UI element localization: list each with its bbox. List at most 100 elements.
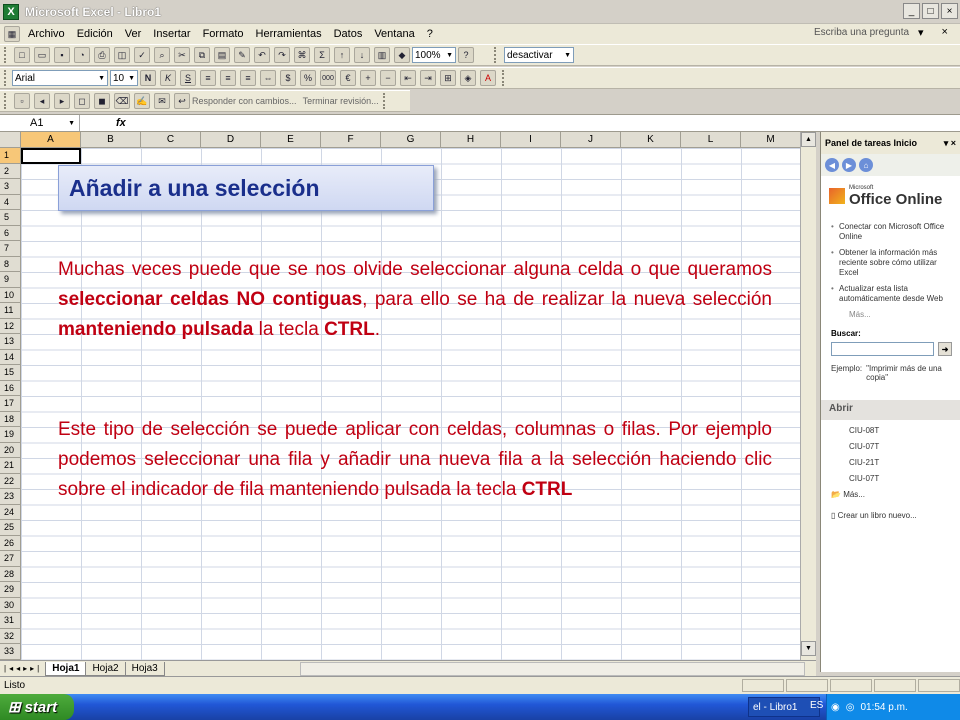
format-painter-icon[interactable]: ✎ <box>234 47 250 63</box>
font-color-icon[interactable]: A <box>480 70 496 86</box>
row-header-3[interactable]: 3 <box>0 179 21 195</box>
row-header-15[interactable]: 15 <box>0 365 21 381</box>
link-connect[interactable]: Conectar con Microsoft Office Online <box>831 222 954 242</box>
column-header-c[interactable]: C <box>141 132 201 148</box>
end-review-button[interactable]: Terminar revisión... <box>303 96 379 106</box>
row-header-25[interactable]: 25 <box>0 520 21 536</box>
more-link[interactable]: Más... <box>849 310 960 319</box>
sort-asc-icon[interactable]: ↑ <box>334 47 350 63</box>
menu-datos[interactable]: Datos <box>328 28 369 40</box>
increase-indent-icon[interactable]: ⇥ <box>420 70 436 86</box>
home-icon[interactable]: ⌂ <box>859 158 873 172</box>
align-left-icon[interactable]: ≡ <box>200 70 216 86</box>
row-header-2[interactable]: 2 <box>0 163 21 179</box>
new-book-link[interactable]: ▯ Crear un libro nuevo... <box>831 511 960 520</box>
row-header-16[interactable]: 16 <box>0 380 21 396</box>
cells-area[interactable] <box>21 148 800 660</box>
tray-icon[interactable]: ◎ <box>846 702 855 713</box>
link-latest-info[interactable]: Obtener la información más reciente sobr… <box>831 248 954 278</box>
column-header-h[interactable]: H <box>441 132 501 148</box>
toolbar-grip[interactable] <box>494 47 498 63</box>
font-size-select[interactable]: 10 ▼ <box>110 70 138 86</box>
toolbar-grip[interactable] <box>4 47 8 63</box>
bold-button[interactable]: N <box>140 70 156 86</box>
comment-icon[interactable]: ▫ <box>14 93 30 109</box>
align-center-icon[interactable]: ≡ <box>220 70 236 86</box>
row-header-1[interactable]: 1 <box>0 148 21 164</box>
tray-icon[interactable]: ◉ <box>831 702 840 713</box>
column-header-m[interactable]: M <box>741 132 800 148</box>
row-header-11[interactable]: 11 <box>0 303 21 319</box>
paste-icon[interactable]: ▤ <box>214 47 230 63</box>
forward-icon[interactable]: ▶ <box>842 158 856 172</box>
show-all-icon[interactable]: ◼ <box>94 93 110 109</box>
row-header-29[interactable]: 29 <box>0 582 21 598</box>
row-header-6[interactable]: 6 <box>0 225 21 241</box>
tab-hoja3[interactable]: Hoja3 <box>124 661 165 676</box>
row-header-21[interactable]: 21 <box>0 458 21 474</box>
row-header-10[interactable]: 10 <box>0 287 21 303</box>
doc-close-button[interactable]: × <box>936 26 954 39</box>
redo-icon[interactable]: ↷ <box>274 47 290 63</box>
toolbar-grip[interactable] <box>4 93 8 109</box>
column-header-g[interactable]: G <box>381 132 441 148</box>
next-comment-icon[interactable]: ▸ <box>54 93 70 109</box>
delete-comment-icon[interactable]: ⌫ <box>114 93 130 109</box>
vertical-scrollbar[interactable]: ▲ ▼ <box>800 132 816 660</box>
row-header-31[interactable]: 31 <box>0 613 21 629</box>
copy-icon[interactable]: ⧉ <box>194 47 210 63</box>
row-header-28[interactable]: 28 <box>0 566 21 582</box>
chevron-down-icon[interactable]: ▾ <box>912 26 930 39</box>
toolbar-grip[interactable] <box>4 70 8 86</box>
active-cell[interactable] <box>21 148 81 164</box>
close-button[interactable]: × <box>941 3 958 19</box>
align-right-icon[interactable]: ≡ <box>240 70 256 86</box>
menu-archivo[interactable]: Archivo <box>22 28 71 40</box>
column-header-e[interactable]: E <box>261 132 321 148</box>
merge-center-icon[interactable]: ⇔ <box>260 70 276 86</box>
autosum-icon[interactable]: Σ <box>314 47 330 63</box>
column-header-i[interactable]: I <box>501 132 561 148</box>
start-button[interactable]: ⊞ start <box>0 694 74 720</box>
open-icon[interactable]: ▭ <box>34 47 50 63</box>
row-header-27[interactable]: 27 <box>0 551 21 567</box>
column-header-k[interactable]: K <box>621 132 681 148</box>
show-comment-icon[interactable]: ◻ <box>74 93 90 109</box>
currency-icon[interactable]: $ <box>280 70 296 86</box>
tab-hoja1[interactable]: Hoja1 <box>45 661 87 676</box>
menu-ventana[interactable]: Ventana <box>368 28 420 40</box>
drawing-icon[interactable]: ◆ <box>394 47 410 63</box>
open-more-link[interactable]: 📂 Más... <box>831 490 960 499</box>
row-header-30[interactable]: 30 <box>0 597 21 613</box>
percent-button[interactable]: % <box>300 70 316 86</box>
row-header-12[interactable]: 12 <box>0 318 21 334</box>
undo-icon[interactable]: ↶ <box>254 47 270 63</box>
tab-hoja2[interactable]: Hoja2 <box>85 661 126 676</box>
recent-file[interactable]: CIU-07T <box>849 442 960 451</box>
menu-formato[interactable]: Formato <box>197 28 250 40</box>
name-box[interactable]: A1 ▼ <box>0 115 80 131</box>
recent-file[interactable]: CIU-21T <box>849 458 960 467</box>
scroll-up-icon[interactable]: ▲ <box>801 132 816 147</box>
fx-icon[interactable]: fx <box>116 117 126 129</box>
link-update-list[interactable]: Actualizar esta lista automáticamente de… <box>831 284 954 304</box>
row-header-14[interactable]: 14 <box>0 349 21 365</box>
task-pane-controls[interactable]: ▾ × <box>944 138 956 149</box>
row-header-23[interactable]: 23 <box>0 489 21 505</box>
reply-changes-button[interactable]: Responder con cambios... <box>192 96 297 106</box>
save-icon[interactable]: ▪ <box>54 47 70 63</box>
underline-button[interactable]: S <box>180 70 196 86</box>
column-header-a[interactable]: A <box>21 132 81 148</box>
ink-icon[interactable]: ✍ <box>134 93 150 109</box>
row-header-5[interactable]: 5 <box>0 210 21 226</box>
search-go-button[interactable]: ➜ <box>938 342 952 356</box>
increase-decimal-icon[interactable]: + <box>360 70 376 86</box>
print-icon[interactable]: ⎙ <box>94 47 110 63</box>
horizontal-scrollbar[interactable] <box>300 662 805 676</box>
row-header-24[interactable]: 24 <box>0 504 21 520</box>
hyperlink-icon[interactable]: ⌘ <box>294 47 310 63</box>
sheet-nav-icons[interactable]: |◂◂▸▸| <box>4 664 42 673</box>
row-header-7[interactable]: 7 <box>0 241 21 257</box>
back-icon[interactable]: ◀ <box>825 158 839 172</box>
ask-question-input[interactable]: Escriba una pregunta <box>808 27 915 38</box>
